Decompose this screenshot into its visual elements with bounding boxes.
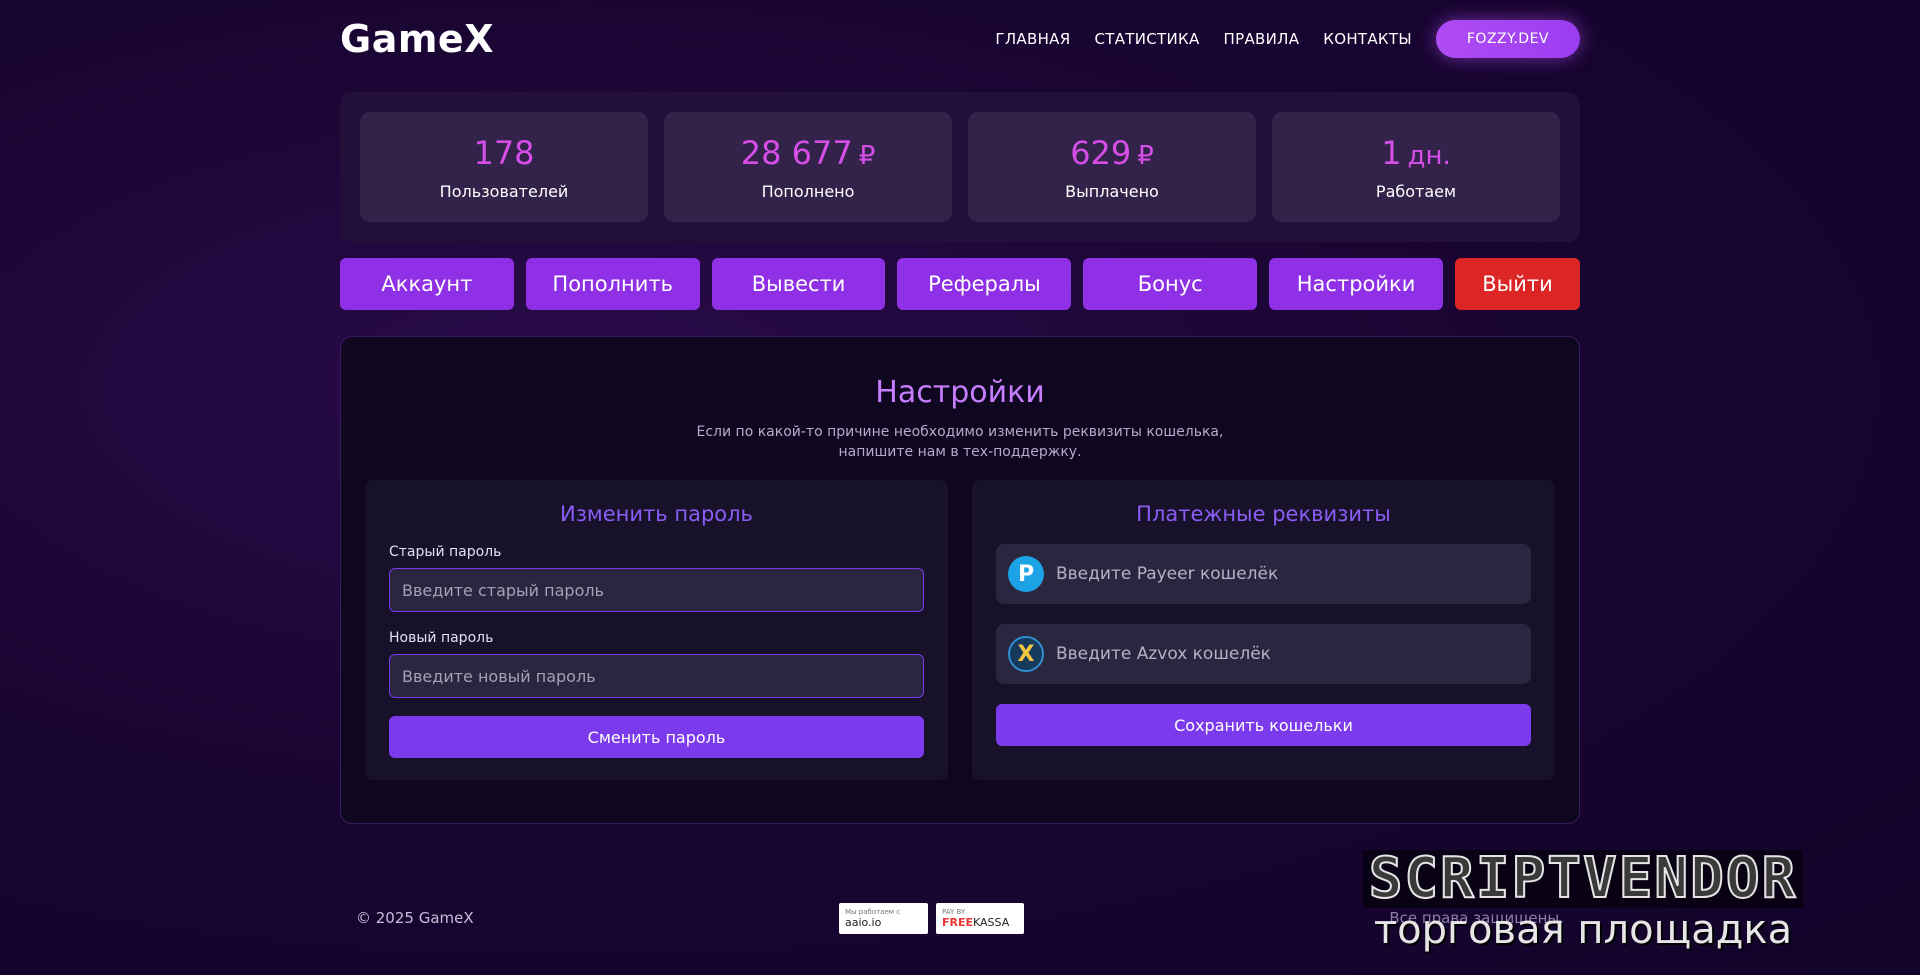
copyright: © 2025 GameX bbox=[356, 909, 474, 927]
payment-badges: Мы работаем с aaio.io PAY BY FREEKASSA bbox=[838, 902, 1024, 934]
new-password-input[interactable] bbox=[389, 654, 924, 698]
old-password-input[interactable] bbox=[389, 568, 924, 612]
azvox-wallet-field: X bbox=[996, 624, 1531, 684]
tab-account[interactable]: Аккаунт bbox=[340, 258, 514, 310]
tab-referrals[interactable]: Рефералы bbox=[897, 258, 1072, 310]
stat-label: Пополнено bbox=[761, 181, 855, 201]
fozzy-dev-button[interactable]: FOZZY.DEV bbox=[1435, 20, 1580, 58]
page-title: Настройки bbox=[875, 375, 1045, 410]
stat-number: 1 bbox=[1381, 133, 1402, 172]
description-line: Если по какой-то причине необходимо изме… bbox=[696, 424, 1224, 440]
freekassa-badge[interactable]: PAY BY FREEKASSA bbox=[935, 902, 1024, 934]
logo[interactable]: GameX bbox=[340, 17, 494, 61]
stat-deposited: 28 677 ₽ Пополнено bbox=[664, 112, 952, 222]
stat-number: 28 677 bbox=[740, 133, 853, 172]
settings-cards: Изменить пароль Старый пароль Новый паро… bbox=[365, 480, 1555, 780]
freekassa-rest-text: KASSA bbox=[973, 915, 1010, 929]
stat-working-days: 1 дн. Работаем bbox=[1272, 112, 1560, 222]
payeer-icon: P bbox=[1008, 556, 1044, 592]
stat-number: 178 bbox=[473, 133, 535, 172]
watermark: SCRIPTVENDOR торговая площадка bbox=[1266, 849, 1900, 960]
payment-details-card: Платежные реквизиты P X Сохранить кошель… bbox=[972, 480, 1555, 780]
account-tabs: Аккаунт Пополнить Вывести Рефералы Бонус… bbox=[340, 258, 1580, 310]
freekassa-red-text: FREE bbox=[941, 915, 973, 929]
settings-description: Если по какой-то причине необходимо изме… bbox=[365, 422, 1555, 462]
azvox-wallet-input[interactable] bbox=[1056, 644, 1519, 664]
tab-deposit[interactable]: Пополнить bbox=[525, 258, 700, 310]
stat-value: 28 677 ₽ bbox=[741, 134, 876, 172]
settings-panel: Настройки Если по какой-то причине необх… bbox=[340, 336, 1580, 824]
change-password-card: Изменить пароль Старый пароль Новый паро… bbox=[365, 480, 948, 780]
main-nav: ГЛАВНАЯ СТАТИСТИКА ПРАВИЛА КОНТАКТЫ FOZZ… bbox=[995, 20, 1580, 58]
stat-value: 178 bbox=[473, 134, 534, 172]
currency-unit: ₽ bbox=[858, 140, 876, 171]
aaio-text: aaio.io bbox=[844, 915, 882, 929]
nav-rules[interactable]: ПРАВИЛА bbox=[1224, 30, 1300, 48]
stats-panel: 178 Пользователей 28 677 ₽ Пополнено 629 ₽… bbox=[340, 92, 1580, 242]
old-password-label: Старый пароль bbox=[389, 544, 502, 560]
watermark-title: SCRIPTVENDOR bbox=[1362, 849, 1804, 909]
change-password-button[interactable]: Сменить пароль bbox=[389, 716, 924, 758]
tab-bonus[interactable]: Бонус bbox=[1083, 258, 1258, 310]
card-title: Платежные реквизиты bbox=[1136, 502, 1391, 526]
stat-value: 1 дн. bbox=[1381, 134, 1451, 172]
payeer-wallet-input[interactable] bbox=[1056, 564, 1519, 584]
stat-users: 178 Пользователей bbox=[360, 112, 648, 222]
tab-settings[interactable]: Настройки bbox=[1269, 258, 1443, 310]
card-title: Изменить пароль bbox=[560, 502, 753, 526]
freekassa-small-text: PAY BY bbox=[941, 907, 966, 916]
currency-unit: ₽ bbox=[1137, 140, 1154, 171]
watermark-subtitle: торговая площадка bbox=[1373, 907, 1793, 953]
new-password-label: Новый пароль bbox=[389, 630, 494, 646]
stat-value: 629 ₽ bbox=[1070, 134, 1154, 172]
header: GameX ГЛАВНАЯ СТАТИСТИКА ПРАВИЛА КОНТАКТ… bbox=[340, 0, 1580, 78]
stat-label: Работаем bbox=[1375, 181, 1457, 201]
stat-paid-out: 629 ₽ Выплачено bbox=[968, 112, 1256, 222]
payeer-wallet-field: P bbox=[996, 544, 1531, 604]
stat-label: Пользователей bbox=[439, 181, 569, 201]
description-line: напишите нам в тех-поддержку. bbox=[838, 444, 1082, 460]
azvox-icon: X bbox=[1008, 636, 1044, 672]
stat-label: Выплачено bbox=[1065, 181, 1159, 201]
days-unit: дн. bbox=[1407, 140, 1451, 171]
nav-home[interactable]: ГЛАВНАЯ bbox=[995, 30, 1070, 48]
aaio-badge[interactable]: Мы работаем с aaio.io bbox=[838, 902, 928, 934]
freekassa-text: FREEKASSA bbox=[942, 916, 1018, 929]
stat-number: 629 bbox=[1070, 133, 1132, 172]
logout-button[interactable]: Выйти bbox=[1454, 258, 1580, 310]
nav-contacts[interactable]: КОНТАКТЫ bbox=[1323, 30, 1412, 48]
aaio-small-text: Мы работаем с bbox=[844, 907, 901, 916]
nav-stats[interactable]: СТАТИСТИКА bbox=[1094, 30, 1199, 48]
tab-withdraw[interactable]: Вывести bbox=[711, 258, 886, 310]
save-wallets-button[interactable]: Сохранить кошельки bbox=[996, 704, 1531, 746]
